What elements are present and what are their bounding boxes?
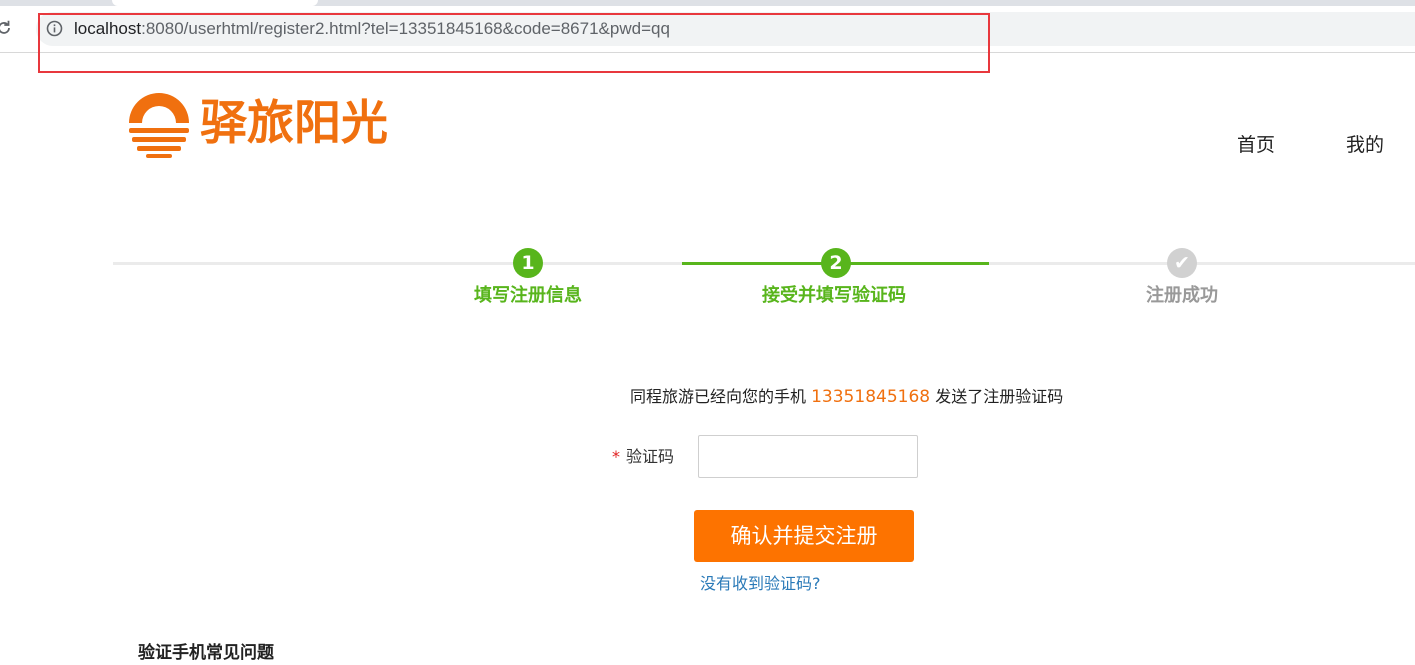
nav-mine[interactable]: 我的 — [1346, 132, 1384, 158]
no-code-received-link[interactable]: 没有收到验证码? — [700, 572, 821, 596]
faq-heading: 验证手机常见问题 — [138, 643, 274, 663]
step-1-label: 填写注册信息 — [474, 285, 582, 306]
sun-logo-icon — [129, 93, 189, 158]
step-3-check-icon: ✔ — [1167, 248, 1197, 278]
sms-message-suffix: 发送了注册验证码 — [935, 387, 1064, 406]
annotation-highlight-box — [38, 13, 990, 73]
sms-sent-message: 同程旅游已经向您的手机 13351845168 发送了注册验证码 — [630, 384, 1063, 410]
site-logo[interactable]: 驿旅阳光 — [126, 90, 401, 162]
submit-registration-button[interactable]: 确认并提交注册 — [694, 510, 914, 562]
code-label-text: 验证码 — [626, 447, 675, 466]
sms-message-prefix: 同程旅游已经向您的手机 — [630, 387, 807, 406]
step-2-badge: 2 — [821, 248, 851, 278]
required-mark: * — [612, 447, 620, 466]
verification-code-input[interactable] — [698, 435, 918, 478]
code-field-label: * 验证码 — [612, 445, 674, 469]
phone-number: 13351845168 — [811, 387, 931, 407]
logo-text: 驿旅阳光 — [200, 96, 388, 151]
step-1-badge: 1 — [513, 248, 543, 278]
step-3-label: 注册成功 — [1146, 285, 1218, 306]
reload-icon[interactable] — [0, 19, 13, 37]
nav-home[interactable]: 首页 — [1237, 132, 1275, 158]
step-2-label: 接受并填写验证码 — [762, 285, 906, 306]
